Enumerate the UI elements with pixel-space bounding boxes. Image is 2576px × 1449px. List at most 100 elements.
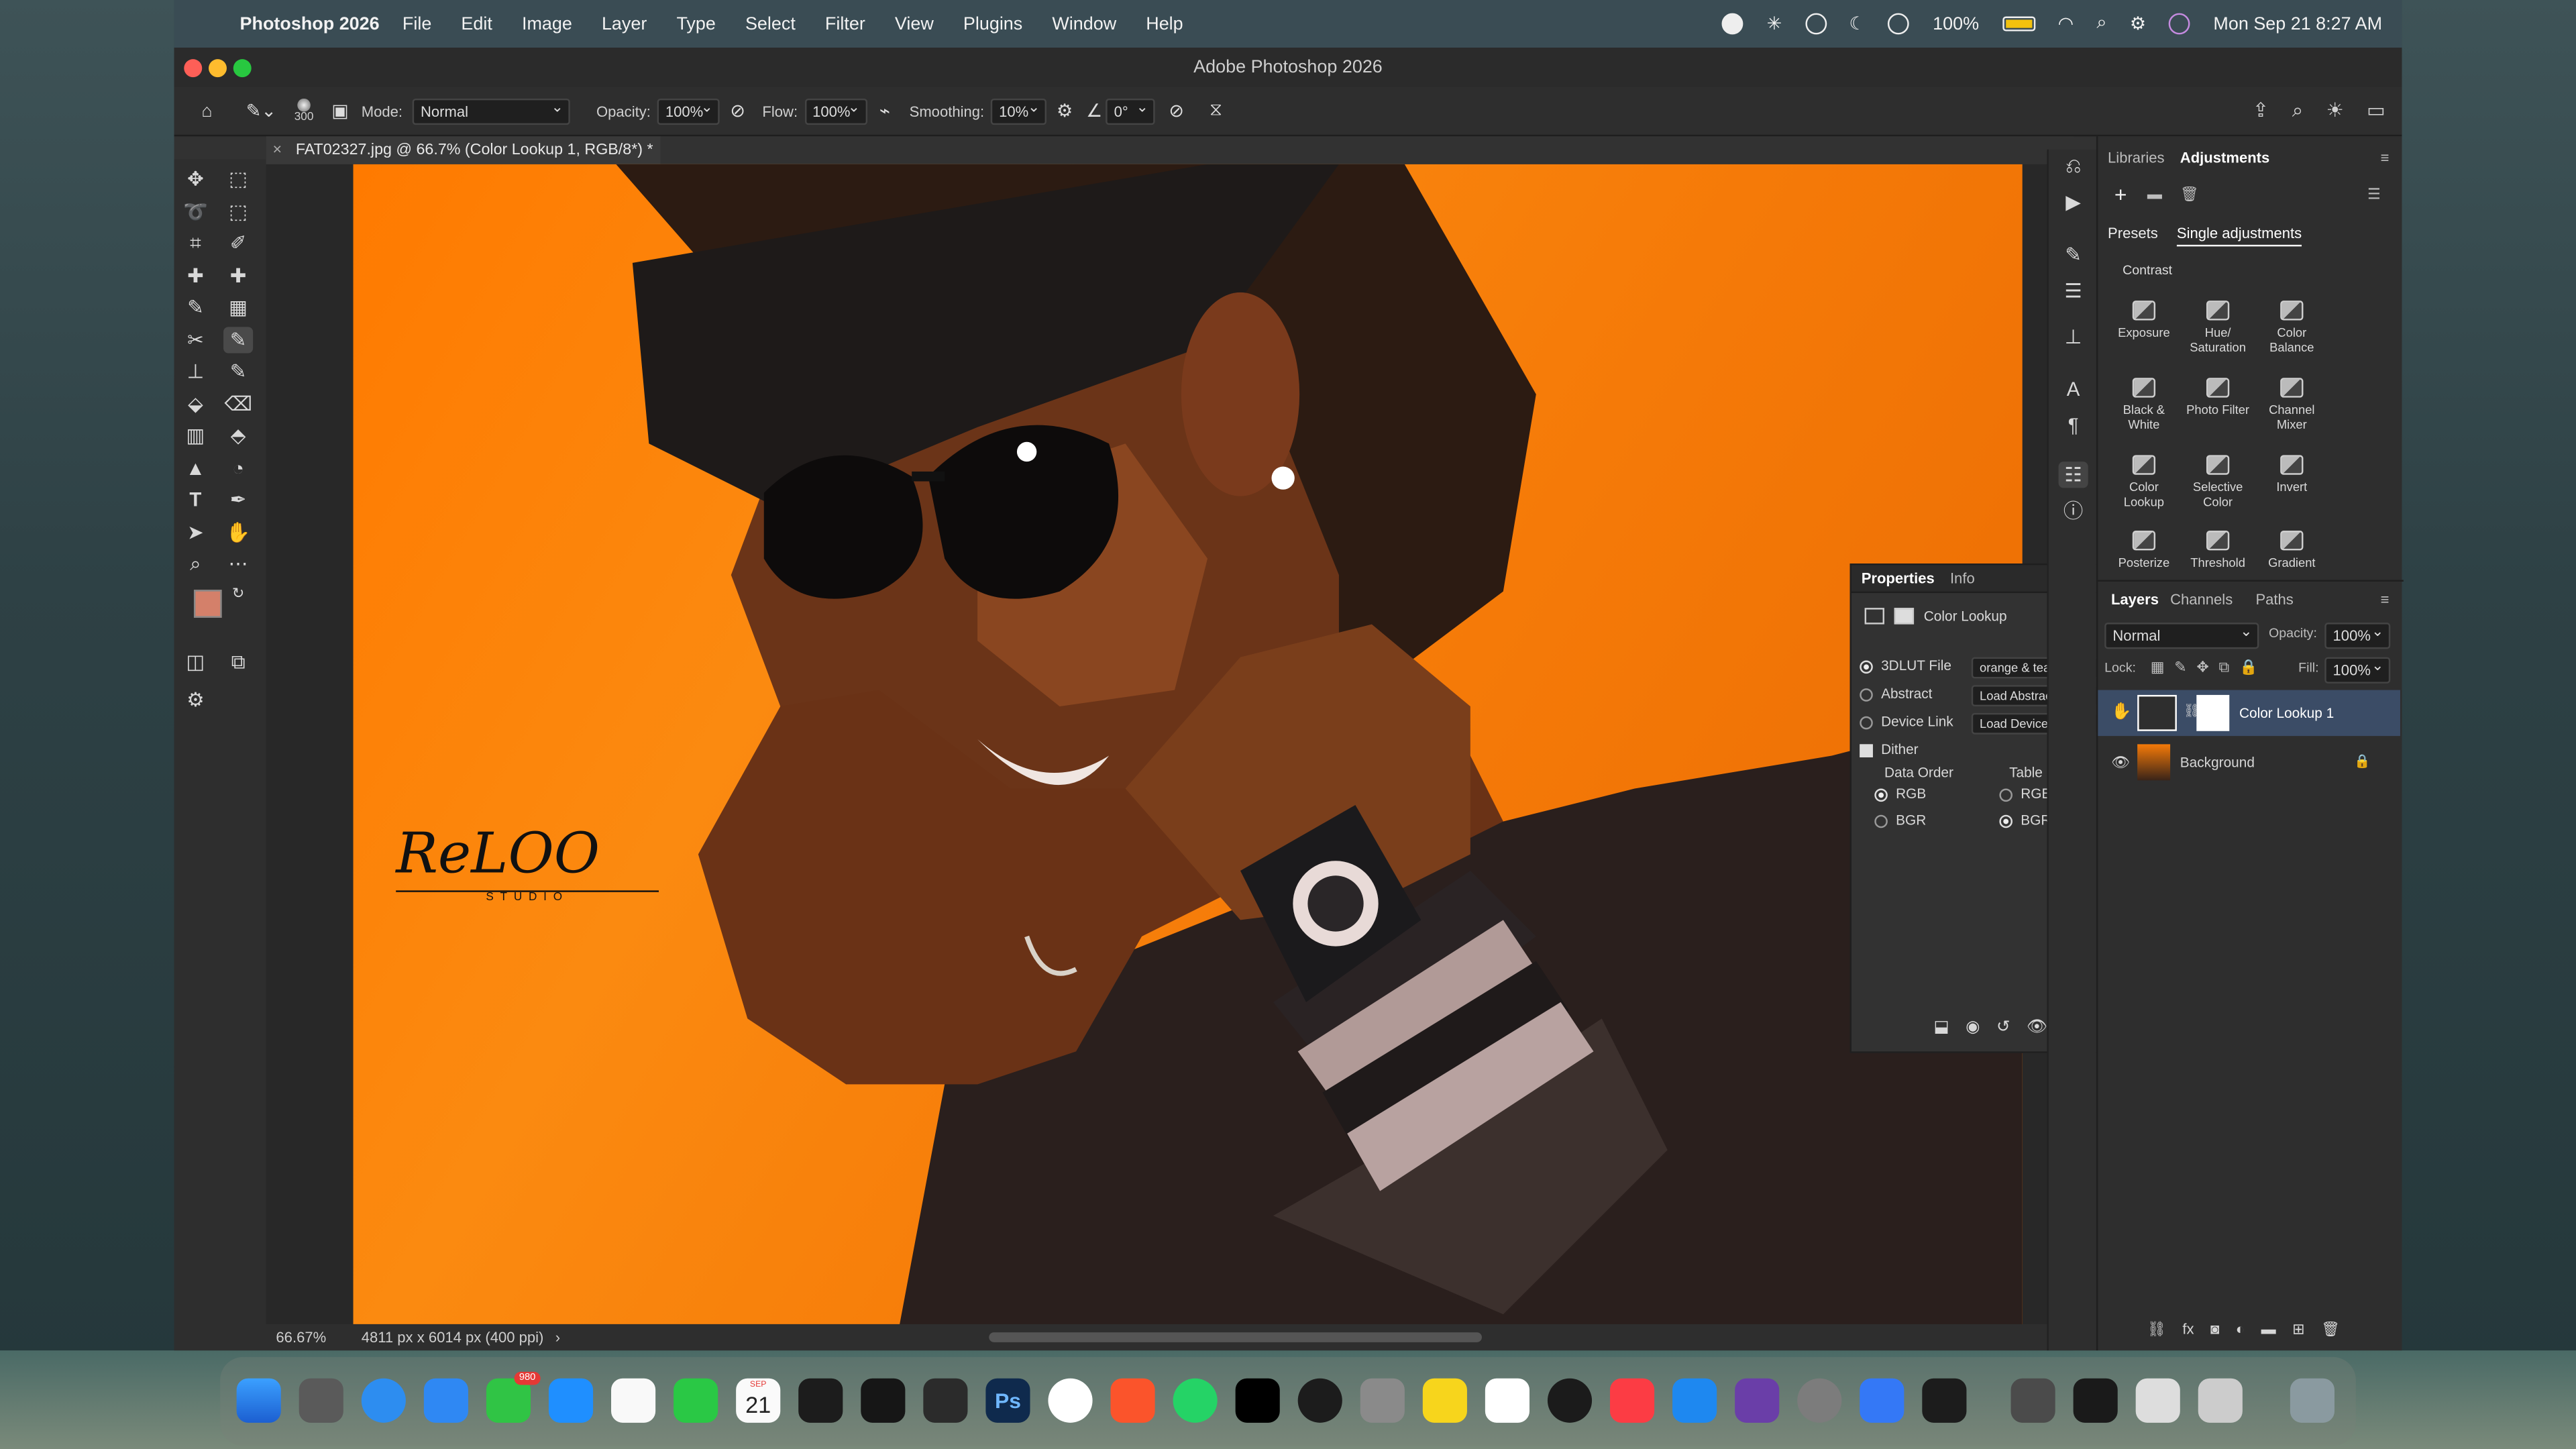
new-group-icon[interactable]: ▬	[2261, 1321, 2276, 1339]
info-icon[interactable]: ⓘ	[2059, 498, 2088, 524]
menu-plugins[interactable]: Plugins	[963, 14, 1022, 34]
reset-adjustment-icon[interactable]: ↺	[1996, 1018, 2010, 1036]
new-adjustment-icon[interactable]: ◐	[2236, 1321, 2245, 1339]
adj-photo-filter[interactable]: Photo Filter	[2184, 378, 2253, 417]
facetime-icon[interactable]	[674, 1378, 718, 1423]
fill-field[interactable]: 100%	[2324, 657, 2391, 684]
mode-select[interactable]: Normal	[412, 97, 570, 124]
remove-tool-icon[interactable]: ✎	[180, 294, 210, 320]
xcode-icon[interactable]	[1672, 1378, 1717, 1423]
search-icon[interactable]: ⌕	[2096, 13, 2106, 35]
menu-window[interactable]: Window	[1052, 14, 1116, 34]
radio-3dlut[interactable]	[1860, 659, 1873, 674]
data-order-bgr-radio[interactable]	[1874, 814, 1888, 828]
siri-icon[interactable]	[2169, 13, 2191, 35]
data-order-rgb-radio[interactable]	[1874, 788, 1888, 802]
paint-bucket-tool-icon[interactable]: ⬙	[180, 391, 210, 417]
tab-info[interactable]: Info	[1950, 570, 1975, 586]
visibility-eye-icon[interactable]: 👁	[2111, 739, 2130, 786]
lock-icons[interactable]: ▦✎✥⧉🔒	[2151, 659, 2267, 677]
document-canvas[interactable]: ReLOO STUDIO	[353, 164, 2023, 1331]
tab-libraries[interactable]: Libraries	[2108, 150, 2165, 166]
search-icon[interactable]: ⌕	[2292, 99, 2303, 123]
subtab-presets[interactable]: Presets	[2108, 225, 2158, 241]
path-selection-tool-icon[interactable]: ➤	[180, 519, 210, 545]
delete-layer-icon[interactable]: 🗑	[2321, 1321, 2340, 1339]
clone-source-icon[interactable]: ⊥	[2059, 323, 2088, 350]
layer-row-color-lookup[interactable]: ✋ ⛓ Color Lookup 1	[2098, 690, 2400, 737]
brush-size-picker[interactable]: 300	[282, 98, 325, 123]
visibility-hand-icon[interactable]: ✋	[2111, 690, 2131, 737]
eraser-tool-icon[interactable]: ⌫	[223, 391, 253, 417]
tab-adjustments[interactable]: Adjustments	[2180, 150, 2270, 166]
control-center-icon[interactable]: ⚙	[2130, 13, 2146, 34]
layer-mask-thumbnail[interactable]	[2196, 694, 2230, 731]
horizontal-scrollbar[interactable]	[989, 1332, 1482, 1342]
tiktok-icon[interactable]	[1235, 1378, 1280, 1423]
angle-field[interactable]: 0°	[1106, 97, 1155, 124]
whatsapp-icon[interactable]	[1173, 1378, 1218, 1423]
actions-icon[interactable]: ▶	[2059, 189, 2088, 215]
status-menu-arrow-icon[interactable]: ›	[555, 1324, 560, 1350]
layer-mask-icon[interactable]	[1894, 608, 1915, 625]
paypal-icon[interactable]	[1485, 1378, 1529, 1423]
steam-icon[interactable]	[1547, 1378, 1593, 1423]
radio-abstract[interactable]	[1860, 688, 1873, 702]
adj-posterize[interactable]: Posterize	[2109, 531, 2178, 570]
type-tool-icon[interactable]: T	[180, 486, 210, 513]
brushes-icon[interactable]: ✎	[2059, 241, 2088, 268]
flow-field[interactable]: 100%	[804, 97, 867, 124]
safari-icon[interactable]	[361, 1378, 406, 1423]
trash-icon[interactable]	[2290, 1378, 2334, 1423]
brush-tool-icon[interactable]: ✎	[223, 327, 254, 354]
layers-menu-icon[interactable]: ≡	[2381, 592, 2390, 608]
adj-channel-mixer[interactable]: Channel Mixer	[2257, 378, 2326, 432]
list-view-icon[interactable]: ☰	[2367, 186, 2381, 204]
photos-icon[interactable]	[611, 1378, 656, 1423]
menu-filter[interactable]: Filter	[825, 14, 865, 34]
printer-icon[interactable]	[2198, 1378, 2243, 1423]
sharpen-tool-icon[interactable]: ▲	[180, 455, 210, 481]
adj-invert[interactable]: Invert	[2257, 455, 2326, 494]
folder-icon[interactable]: ▬	[2147, 186, 2162, 202]
add-mask-icon[interactable]: ◙	[2210, 1321, 2219, 1339]
view-previous-state-icon[interactable]: ◉	[1966, 1018, 1980, 1036]
calendar-icon[interactable]: SEP 21	[736, 1378, 781, 1423]
battery-icon[interactable]	[2002, 16, 2035, 32]
toggle-visibility-icon[interactable]: 👁	[2027, 1018, 2047, 1036]
menu-layer[interactable]: Layer	[602, 14, 647, 34]
vpn-icon[interactable]	[1735, 1378, 1780, 1423]
discover-icon[interactable]: ☀	[2326, 99, 2343, 123]
tab-layers[interactable]: Layers	[2111, 592, 2159, 608]
new-layer-icon[interactable]: ⊞	[2292, 1321, 2304, 1339]
lasso-tool-icon[interactable]: ➰	[180, 199, 210, 225]
files-icon[interactable]	[1860, 1378, 1904, 1423]
menu-view[interactable]: View	[895, 14, 934, 34]
davinci-resolve-icon[interactable]	[861, 1378, 906, 1423]
wifi-icon[interactable]: ◠	[2058, 13, 2074, 34]
mixer-brush-tool-icon[interactable]: ✂	[180, 327, 210, 353]
adj-black-white[interactable]: Black & White	[2109, 378, 2178, 432]
launchpad-icon[interactable]	[299, 1378, 343, 1423]
object-selection-tool-icon[interactable]: ⬚	[223, 199, 253, 225]
smoothing-gear-icon[interactable]: ⚙	[1046, 96, 1083, 125]
table-order-rgb-radio[interactable]	[1999, 788, 2012, 802]
gradient-tool-icon[interactable]: ▥	[180, 422, 210, 448]
marquee-tool-icon[interactable]: ⬚	[223, 166, 253, 192]
brush-settings-panel-icon[interactable]: ☰	[2059, 278, 2088, 304]
fill-tool-icon[interactable]: ⬘	[223, 422, 253, 448]
tab-channels[interactable]: Channels	[2170, 592, 2233, 608]
radio-devicelink[interactable]	[1860, 716, 1873, 729]
panel-menu-icon[interactable]: ≡	[2381, 150, 2390, 166]
adj-selective-color[interactable]: Selective Color	[2184, 455, 2253, 509]
quick-mask-icon[interactable]: ◫	[180, 649, 210, 675]
play-icon[interactable]	[1888, 13, 1910, 35]
table-order-bgr-radio[interactable]	[1999, 814, 2012, 828]
adj-threshold[interactable]: Threshold	[2184, 531, 2253, 570]
fx-icon[interactable]: fx	[2182, 1321, 2194, 1339]
mail-icon[interactable]	[423, 1378, 468, 1423]
foreground-color-swatch[interactable]	[193, 590, 222, 618]
link-layers-icon[interactable]: ⛓	[2147, 1321, 2166, 1339]
focus-moon-icon[interactable]: ☾	[1849, 13, 1866, 34]
adj-gradient[interactable]: Gradient	[2257, 531, 2326, 570]
